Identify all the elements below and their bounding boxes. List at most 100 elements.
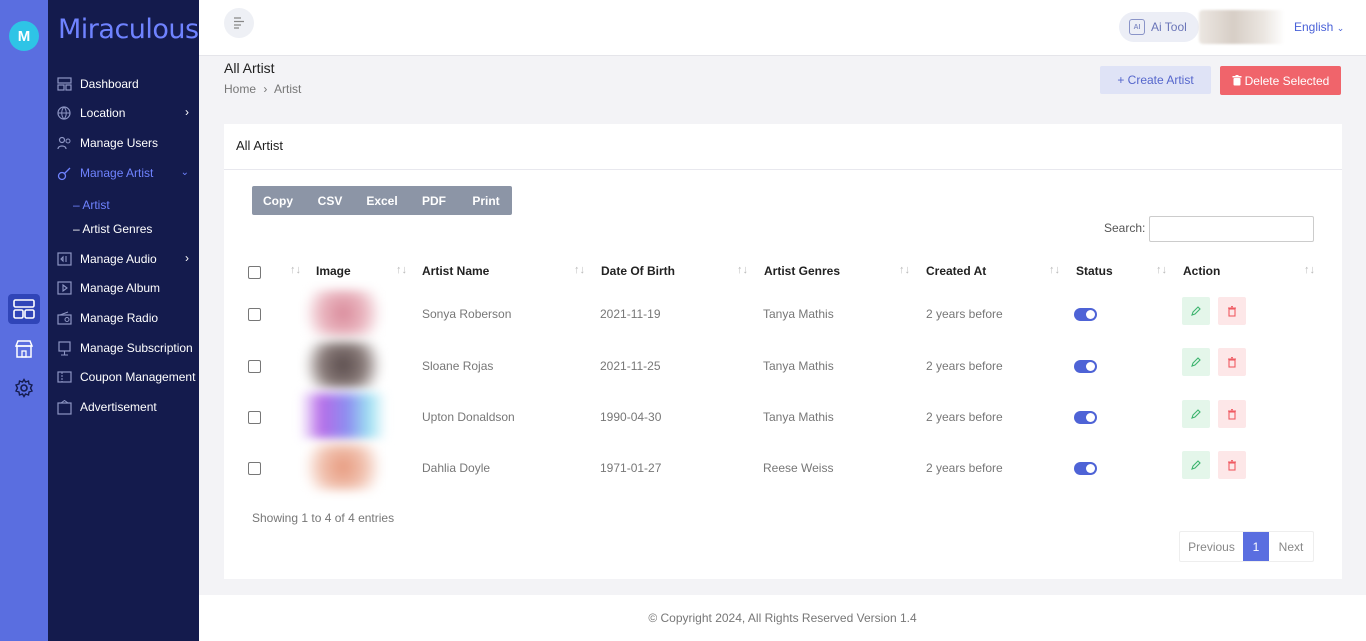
column-header-date-of-birth[interactable]: Date Of Birth (601, 264, 675, 278)
album-icon (56, 280, 72, 296)
select-all-checkbox[interactable] (248, 266, 261, 279)
sort-icon[interactable]: ↑↓ (1304, 264, 1315, 276)
sort-icon[interactable]: ↑↓ (1049, 264, 1060, 276)
trash-icon (1228, 305, 1236, 317)
sidebar-item-label: Manage Album (80, 281, 161, 295)
create-artist-button[interactable]: + Create Artist (1100, 66, 1211, 94)
delete-button[interactable] (1218, 297, 1246, 325)
delete-selected-button[interactable]: Delete Selected (1220, 66, 1341, 95)
store-icon[interactable] (8, 334, 40, 364)
date-of-birth: 2021-11-19 (600, 307, 661, 321)
delete-button[interactable] (1218, 451, 1246, 479)
avatar[interactable] (1199, 10, 1285, 44)
sort-icon[interactable]: ↑↓ (574, 264, 585, 276)
artist-table-card: All Artist Copy CSV Excel PDF Print Sear… (224, 124, 1342, 579)
pencil-icon (1191, 306, 1201, 316)
artist-image (300, 290, 386, 336)
radio-icon (56, 310, 72, 326)
trash-icon (1228, 459, 1236, 471)
sidebar-item-label: Manage Artist (80, 166, 154, 180)
ai-tool-label: Ai Tool (1151, 20, 1187, 34)
gear-icon[interactable] (8, 373, 40, 403)
chevron-right-icon: › (185, 105, 189, 119)
language-selector[interactable]: English ⌄ (1294, 20, 1344, 34)
search-input[interactable] (1149, 216, 1314, 242)
layout-icon[interactable] (8, 294, 40, 324)
column-header-action[interactable]: Action (1183, 264, 1220, 278)
coupon-icon (56, 369, 72, 385)
sidebar-item-coupon-management[interactable]: Coupon Management (48, 366, 199, 388)
pdf-button[interactable]: PDF (408, 186, 460, 215)
print-button[interactable]: Print (460, 186, 512, 215)
ai-icon: AI (1129, 19, 1145, 35)
row-checkbox[interactable] (248, 308, 261, 321)
dashboard-icon (56, 76, 72, 92)
sidebar-item-manage-subscription[interactable]: Manage Subscription (48, 337, 199, 359)
trash-icon (1232, 75, 1242, 86)
artist-genre: Tanya Mathis (763, 307, 834, 321)
breadcrumb: Home › Artist (224, 82, 301, 96)
created-at: 2 years before (926, 461, 1003, 475)
sidebar-item-manage-artist[interactable]: Manage Artist ⌄ (48, 162, 199, 184)
copy-button[interactable]: Copy (252, 186, 304, 215)
pencil-icon (1191, 357, 1201, 367)
row-checkbox[interactable] (248, 360, 261, 373)
column-header-artist-name[interactable]: Artist Name (422, 264, 489, 278)
artist-image (300, 342, 386, 388)
sort-icon[interactable]: ↑↓ (1156, 264, 1167, 276)
date-of-birth: 1971-01-27 (600, 461, 662, 475)
sort-icon[interactable]: ↑↓ (899, 264, 910, 276)
page-title: All Artist (224, 60, 275, 76)
artist-genre: Tanya Mathis (763, 359, 834, 373)
artist-name: Sloane Rojas (422, 359, 494, 373)
sidebar-item-manage-radio[interactable]: Manage Radio (48, 307, 199, 329)
advertisement-icon (56, 399, 72, 415)
status-toggle[interactable] (1074, 411, 1097, 424)
ai-tool-button[interactable]: AI Ai Tool (1119, 12, 1199, 42)
sort-icon[interactable]: ↑↓ (737, 264, 748, 276)
sidebar-item-label: Manage Audio (80, 252, 157, 266)
edit-button[interactable] (1182, 451, 1210, 479)
sort-icon[interactable]: ↑↓ (396, 264, 407, 276)
menu-toggle-button[interactable] (224, 8, 254, 38)
sidebar-item-location[interactable]: Location › (48, 102, 199, 124)
next-page-button[interactable]: Next (1269, 532, 1313, 561)
sidebar-item-manage-users[interactable]: Manage Users (48, 132, 199, 154)
globe-icon (56, 105, 72, 121)
search-label: Search: (1104, 221, 1146, 235)
status-toggle[interactable] (1074, 360, 1097, 373)
edit-button[interactable] (1182, 400, 1210, 428)
app-logo[interactable]: M (9, 21, 39, 51)
row-checkbox[interactable] (248, 411, 261, 424)
column-header-artist-genres[interactable]: Artist Genres (764, 264, 840, 278)
column-header-status[interactable]: Status (1076, 264, 1113, 278)
previous-page-button[interactable]: Previous (1180, 532, 1243, 561)
sidebar-item-dashboard[interactable]: Dashboard (48, 73, 199, 95)
sidebar-subitem-artist-genres[interactable]: – Artist Genres (73, 222, 152, 236)
edit-button[interactable] (1182, 297, 1210, 325)
sidebar-item-advertisement[interactable]: Advertisement (48, 396, 199, 418)
breadcrumb-separator: › (263, 82, 268, 96)
sidebar-item-label: Manage Users (80, 136, 159, 150)
sidebar-subitem-artist[interactable]: – Artist (73, 198, 110, 212)
status-toggle[interactable] (1074, 462, 1097, 475)
sidebar-item-label: Dashboard (80, 77, 139, 91)
sidebar-item-manage-album[interactable]: Manage Album (48, 277, 199, 299)
edit-button[interactable] (1182, 348, 1210, 376)
csv-button[interactable]: CSV (304, 186, 356, 215)
column-header-created-at[interactable]: Created At (926, 264, 986, 278)
artist-image (300, 393, 386, 439)
sort-icon[interactable]: ↑↓ (290, 264, 301, 276)
row-checkbox[interactable] (248, 462, 261, 475)
sidebar-item-label: Manage Subscription (80, 341, 193, 355)
sidebar-item-manage-audio[interactable]: Manage Audio › (48, 248, 199, 270)
page-1-button[interactable]: 1 (1243, 532, 1269, 561)
excel-button[interactable]: Excel (356, 186, 408, 215)
breadcrumb-home[interactable]: Home (224, 82, 256, 96)
delete-button[interactable] (1218, 400, 1246, 428)
footer-copyright: © Copyright 2024, All Rights Reserved Ve… (648, 611, 917, 625)
status-toggle[interactable] (1074, 308, 1097, 321)
delete-button[interactable] (1218, 348, 1246, 376)
column-header-image[interactable]: Image (316, 264, 351, 278)
chevron-down-icon: ⌄ (1336, 23, 1345, 33)
